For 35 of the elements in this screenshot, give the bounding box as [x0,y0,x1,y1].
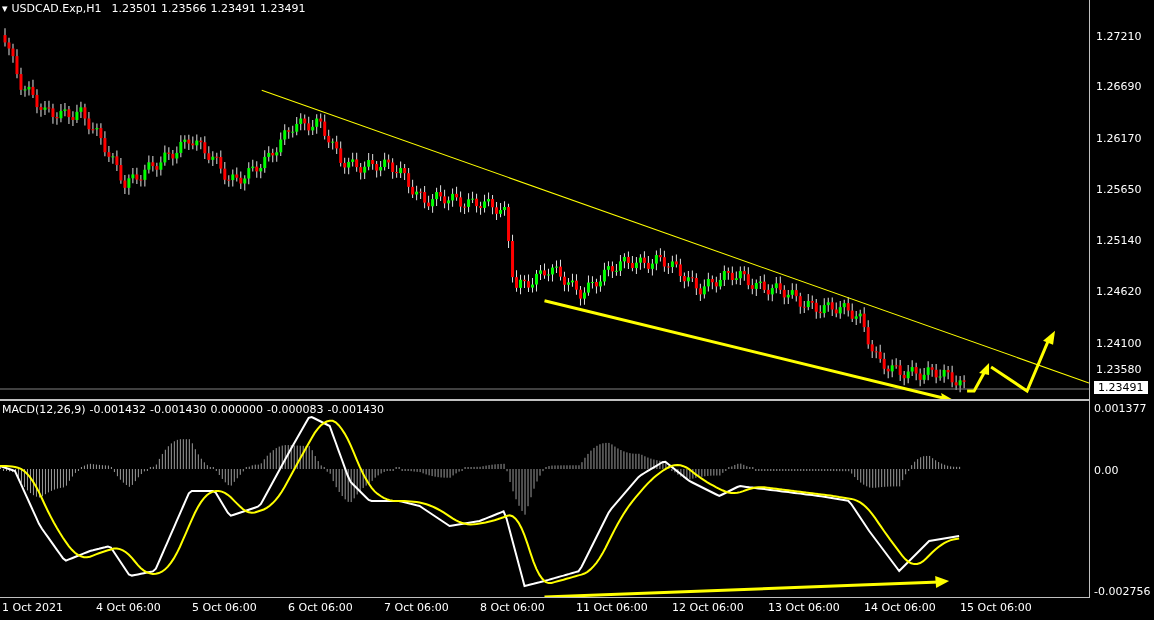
price-tick: 1.25140 [1096,234,1142,247]
indicator-title: MACD(12,26,9) [2,403,86,416]
price-tick: 1.23580 [1096,363,1142,376]
macd-tick: -0.002756 [1094,585,1152,598]
indicator-value: -0.001432 [89,403,146,416]
macd-tick: 0.00 [1094,463,1120,477]
current-price-tag: 1.23491 [1094,381,1148,394]
price-tick: 1.26690 [1096,80,1142,93]
time-label: 11 Oct 06:00 [576,601,648,614]
price-value: 1.23566 [160,2,207,15]
indicator-value: -0.001430 [150,403,207,416]
dropdown-icon[interactable]: ▾ [2,2,8,15]
time-label: 1 Oct 2021 [2,601,63,614]
time-label: 5 Oct 06:00 [192,601,257,614]
time-label: 13 Oct 06:00 [768,601,840,614]
indicator-value: -0.001430 [327,403,384,416]
price-tick: 1.25650 [1096,183,1142,196]
symbol-label: USDCAD.Exp,H1 [11,2,102,15]
price-value: 1.23501 [111,2,157,15]
price-tick: 1.24100 [1096,337,1142,350]
time-label: 12 Oct 06:00 [672,601,744,614]
price-tick: 1.27210 [1096,30,1142,43]
time-label: 14 Oct 06:00 [864,601,936,614]
indicator-value: -0.000083 [267,403,324,416]
price-value: 1.23491 [210,2,256,15]
time-label: 7 Oct 06:00 [384,601,449,614]
time-label: 4 Oct 06:00 [96,601,161,614]
macd-tick: 0.001377 [1094,402,1148,415]
price-tick: 1.24620 [1096,285,1142,298]
time-label: 15 Oct 06:00 [960,601,1032,614]
price-tick: 1.26170 [1096,132,1142,145]
price-value: 1.23491 [259,2,306,15]
time-label: 8 Oct 06:00 [480,601,545,614]
time-label: 6 Oct 06:00 [288,601,353,614]
indicator-value: 0.000000 [210,403,263,416]
